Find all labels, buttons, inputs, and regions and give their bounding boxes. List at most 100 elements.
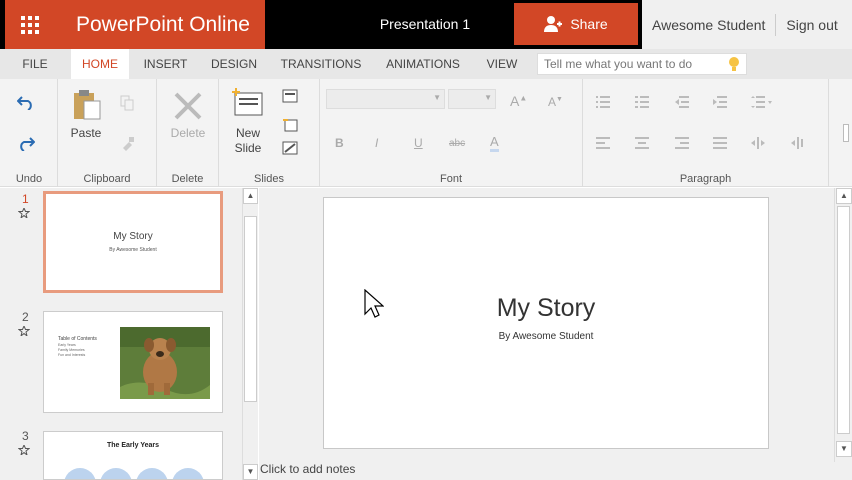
- delete-x-icon[interactable]: [173, 91, 203, 121]
- tab-transitions[interactable]: TRANSITIONS: [274, 49, 368, 79]
- chevron-down-icon: ▼: [484, 93, 492, 102]
- strikethrough-icon[interactable]: abc: [449, 138, 465, 149]
- share-person-icon: [544, 16, 563, 32]
- format-painter-icon[interactable]: [120, 135, 136, 151]
- paragraph-group-label: Paragraph: [679, 173, 732, 185]
- slide-number: 3: [22, 429, 29, 443]
- reset-slide-icon[interactable]: [282, 116, 298, 132]
- delete-group: Delete Delete: [157, 79, 219, 187]
- align-right-icon[interactable]: [675, 137, 689, 149]
- thumb-circle: [172, 468, 204, 479]
- layout-icon[interactable]: [282, 89, 298, 103]
- scroll-down-arrow-icon[interactable]: ▼: [243, 464, 258, 480]
- ribbon-scroll-handle[interactable]: [843, 124, 849, 142]
- delete-button[interactable]: Delete: [163, 126, 213, 140]
- slide-subtitle[interactable]: By Awesome Student: [324, 331, 768, 342]
- redo-icon[interactable]: [17, 135, 35, 151]
- tab-view[interactable]: VIEW: [478, 49, 526, 79]
- lightbulb-icon: [729, 57, 739, 71]
- share-button[interactable]: Share: [514, 3, 638, 45]
- slide-scroll-thumb[interactable]: [837, 206, 850, 434]
- paste-button[interactable]: Paste: [66, 126, 106, 140]
- thumb-line: Family Memories: [58, 348, 85, 352]
- tab-insert[interactable]: INSERT: [137, 49, 194, 79]
- slide-thumbnail-2[interactable]: Table of Contents Early Years Family Mem…: [43, 311, 223, 413]
- bold-icon[interactable]: B: [335, 136, 344, 150]
- thumb-circle: [136, 468, 168, 479]
- scroll-down-arrow-icon[interactable]: ▼: [836, 441, 852, 457]
- tab-file[interactable]: FILE: [10, 49, 60, 79]
- user-bar: Awesome Student Sign out: [642, 0, 852, 49]
- decrease-indent-icon[interactable]: [675, 96, 689, 108]
- share-label: Share: [570, 16, 608, 32]
- numbering-icon[interactable]: [635, 96, 649, 108]
- font-group-label: Font: [439, 173, 462, 185]
- copy-icon[interactable]: [120, 95, 134, 111]
- tab-home[interactable]: HOME: [71, 49, 129, 79]
- panel-scroll-thumb[interactable]: [244, 216, 257, 402]
- ltr-icon[interactable]: [751, 137, 765, 149]
- align-left-icon[interactable]: [596, 137, 610, 149]
- animation-star-icon: [18, 208, 30, 218]
- slide-thumbnail-3[interactable]: The Early Years: [43, 431, 223, 480]
- panel-scrollbar[interactable]: ▲ ▼: [242, 188, 258, 480]
- slide-number: 2: [22, 310, 29, 324]
- slide-scrollbar[interactable]: ▲ ▼: [834, 188, 852, 462]
- new-slide-label-1[interactable]: New: [228, 126, 268, 140]
- slides-group-label: Slides: [254, 173, 284, 185]
- current-slide[interactable]: My Story By Awesome Student: [323, 197, 769, 449]
- ribbon: Undo Paste Clipboard Delete Delete New S…: [0, 79, 852, 187]
- scroll-up-arrow-icon[interactable]: ▲: [836, 188, 852, 204]
- shrink-font-icon[interactable]: A▼: [548, 95, 563, 109]
- thumb-subtitle: By Awesome Student: [109, 247, 157, 253]
- font-group: ▼ ▼ A▲ A▼ B I U abc A Font: [320, 79, 583, 187]
- line-spacing-icon[interactable]: [751, 96, 773, 108]
- thumb-line: Fun and Interests: [58, 353, 86, 357]
- thumb-line: Early Years: [58, 343, 76, 347]
- undo-icon[interactable]: [17, 94, 35, 110]
- font-name-select[interactable]: ▼: [326, 89, 445, 109]
- undo-group: Undo: [0, 79, 58, 187]
- grow-font-icon[interactable]: A▲: [510, 93, 527, 109]
- sign-out-link[interactable]: Sign out: [776, 17, 847, 33]
- slide-thumbnail-1[interactable]: My Story By Awesome Student: [43, 191, 223, 293]
- italic-icon[interactable]: I: [375, 136, 378, 150]
- app-launcher-icon[interactable]: [5, 0, 55, 49]
- rtl-icon[interactable]: [791, 137, 805, 149]
- tell-me-input[interactable]: Tell me what you want to do: [537, 53, 747, 75]
- user-name[interactable]: Awesome Student: [642, 17, 775, 33]
- document-title[interactable]: Presentation 1: [360, 0, 490, 49]
- delete-group-label: Delete: [171, 173, 204, 185]
- scroll-up-arrow-icon[interactable]: ▲: [243, 188, 258, 204]
- font-size-select[interactable]: ▼: [448, 89, 496, 109]
- app-brand[interactable]: PowerPoint Online: [55, 0, 265, 49]
- slides-group: New Slide Slides: [219, 79, 320, 187]
- slide-number: 1: [22, 192, 29, 206]
- undo-group-label: Undo: [15, 173, 43, 185]
- section-icon[interactable]: [282, 141, 298, 155]
- thumb-title: Table of Contents: [58, 336, 97, 342]
- new-slide-label-2[interactable]: Slide: [228, 141, 268, 155]
- chevron-down-icon: ▼: [433, 93, 441, 102]
- bullets-icon[interactable]: [596, 96, 610, 108]
- new-slide-icon[interactable]: [232, 88, 264, 118]
- tab-design[interactable]: DESIGN: [203, 49, 265, 79]
- slide-title[interactable]: My Story: [324, 294, 768, 323]
- puppy-photo: [120, 327, 210, 399]
- paste-icon[interactable]: [72, 89, 102, 121]
- thumb-circle: [100, 468, 132, 479]
- animation-star-icon: [18, 445, 30, 455]
- notes-pane[interactable]: Click to add notes: [259, 462, 852, 480]
- increase-indent-icon[interactable]: [713, 96, 727, 108]
- tab-animations[interactable]: ANIMATIONS: [377, 49, 469, 79]
- mouse-cursor-icon: [364, 289, 384, 318]
- thumb-circle: [64, 468, 96, 479]
- font-color-icon[interactable]: A: [490, 134, 499, 152]
- underline-icon[interactable]: U: [414, 136, 423, 150]
- justify-icon[interactable]: [713, 137, 727, 149]
- align-center-icon[interactable]: [635, 137, 649, 149]
- clipboard-group-label: Clipboard: [83, 173, 131, 185]
- thumb-title: My Story: [113, 231, 153, 242]
- paragraph-group: Paragraph: [583, 79, 829, 187]
- animation-star-icon: [18, 326, 30, 336]
